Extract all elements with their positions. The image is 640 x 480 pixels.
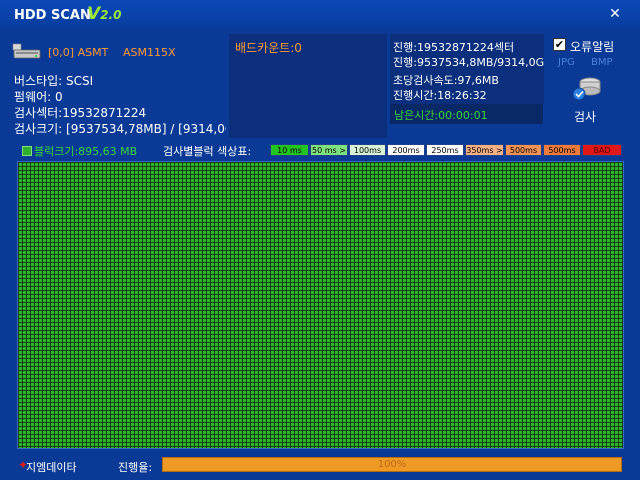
close-button[interactable]: ✕ xyxy=(606,6,624,24)
legend-item-7: 500ms < xyxy=(543,144,581,167)
bmp-button[interactable]: BMP xyxy=(591,57,613,68)
progress-sector: 진행:19532871224섹터 xyxy=(393,41,515,54)
remaining-time: 남은시간:00:00:01 xyxy=(394,109,488,122)
block-map-grid xyxy=(17,161,624,449)
scan-size-clip: 검사크기: [9537534,78MB] / [9314,0GB xyxy=(14,120,226,136)
scan-button[interactable]: 검사 xyxy=(568,75,606,125)
title-bar: HDD SCAN V2.0 ✕ xyxy=(0,0,640,30)
progress-percent: 100% xyxy=(377,459,407,470)
progress-bar: 100% xyxy=(162,457,622,472)
progress-label: 진행율: xyxy=(118,461,153,474)
legend-item-1: 50 ms > xyxy=(310,144,348,156)
progress-size: 진행:9537534,8MB/9314,0GB xyxy=(393,56,544,69)
device-model: ASM115X xyxy=(123,46,176,59)
scan-size: 검사크기: [9537534,78MB] / [9314,0GB xyxy=(14,122,226,136)
scan-button-label: 검사 xyxy=(574,110,597,124)
legend-item-8: BAD xyxy=(582,144,622,156)
block-size: 블럭크기:895,63 MB xyxy=(34,145,138,158)
progress-info-panel: 진행:19532871224섹터 진행:9537534,8MB/9314,0GB… xyxy=(390,34,544,104)
bus-type: 버스타입: SCSI xyxy=(14,74,94,88)
hdd-scan-window: HDD SCAN V2.0 ✕ [0,0] ASMT ASM115X 버스타입:… xyxy=(0,0,640,480)
legend-item-3: 200ms > xyxy=(387,144,425,167)
error-alert-label: 오류알림 xyxy=(570,40,615,54)
legend-title: 검사별블럭 색상표: xyxy=(163,145,252,158)
firmware: 펌웨어: 0 xyxy=(14,90,63,104)
bad-count: 배드카운트:0 xyxy=(235,41,302,55)
app-title: HDD SCAN xyxy=(14,8,91,23)
legend-item-6: 500ms > xyxy=(505,144,542,167)
legend-item-4: 250ms > xyxy=(426,144,464,167)
scan-disk-icon xyxy=(572,77,601,101)
device-id: [0,0] ASMT xyxy=(48,46,109,59)
brand-name: 지엠데이타 xyxy=(26,461,77,474)
app-version: V2.0 xyxy=(87,4,122,24)
legend-item-2: 100ms > xyxy=(349,144,386,167)
scan-speed: 초당검사속도:97,6MB xyxy=(393,74,499,87)
legend-item-0: 10 ms xyxy=(270,144,309,156)
remaining-panel: 남은시간:00:00:01 xyxy=(390,104,543,124)
scan-sectors: 검사섹터:19532871224 xyxy=(14,106,147,120)
hard-disk-icon xyxy=(12,43,41,59)
elapsed-time: 진행시간:18:26:32 xyxy=(393,89,487,102)
block-size-swatch xyxy=(22,146,32,156)
legend-item-5: 350ms > xyxy=(465,144,504,156)
error-alert-checkbox[interactable]: ✔ xyxy=(553,38,566,51)
jpg-button[interactable]: JPG xyxy=(558,57,575,68)
bad-count-panel: 배드카운트:0 xyxy=(229,34,387,138)
